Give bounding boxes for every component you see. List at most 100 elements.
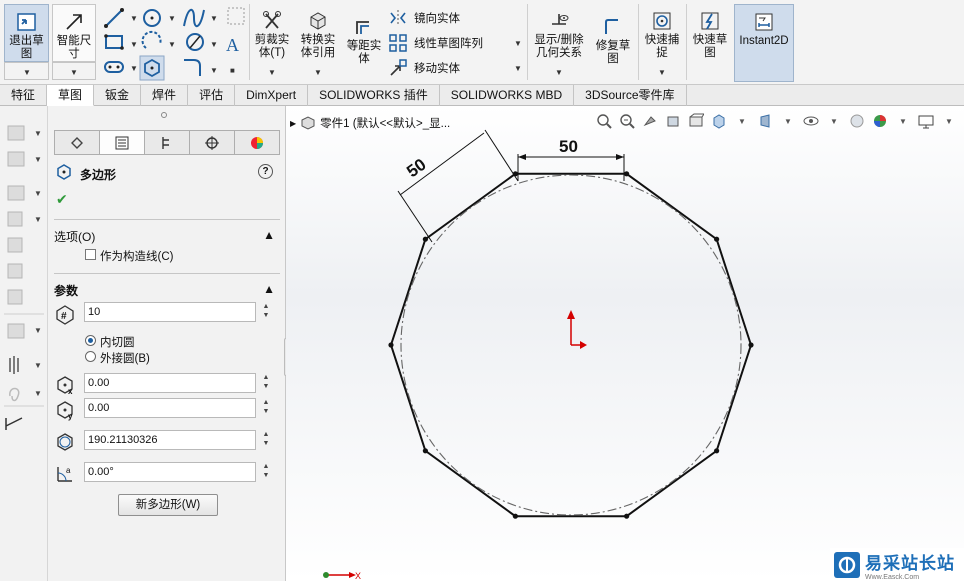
center-y-icon: y	[57, 401, 73, 421]
angle-spinner[interactable]: ▲ ▼	[260, 462, 272, 482]
relations-dropdown[interactable]: ▼	[555, 68, 563, 77]
tab-8[interactable]: 3DSource零件库	[574, 85, 687, 106]
tab-7[interactable]: SOLIDWORKS MBD	[440, 85, 575, 106]
diameter-input[interactable]: 190.21130326	[84, 430, 256, 450]
tab-0[interactable]: 特征	[0, 85, 48, 106]
quick-snaps-label: 快速捕捉	[644, 34, 680, 59]
circle-icon[interactable]	[143, 9, 161, 27]
dimxpert-manager-tab[interactable]	[190, 130, 235, 155]
tab-4[interactable]: 评估	[188, 85, 236, 106]
svg-text:■: ■	[230, 66, 235, 75]
arc-icon[interactable]	[141, 30, 162, 49]
trim-dropdown[interactable]: ▼	[268, 68, 276, 77]
curves-icon[interactable]	[9, 387, 20, 402]
vertex-point[interactable]	[422, 236, 428, 242]
sketch-canvas[interactable]: 50 50 X	[286, 106, 964, 581]
property-manager-icon	[115, 136, 129, 149]
center-x-spinner[interactable]: ▲ ▼	[260, 373, 272, 393]
fillet-feature-icon[interactable]	[7, 211, 23, 227]
options-section-header[interactable]: 选项(O)	[54, 228, 95, 245]
text-icon[interactable]: A	[226, 35, 239, 55]
extrude-cut-icon[interactable]	[7, 185, 25, 201]
slot-icon[interactable]	[104, 61, 124, 73]
center-y-input[interactable]: 0.00	[84, 398, 256, 418]
property-manager-tab[interactable]	[100, 130, 145, 155]
angle-icon: a	[57, 466, 72, 482]
tab-5[interactable]: DimXpert	[235, 85, 309, 106]
params-collapse-icon[interactable]: ▲	[263, 282, 275, 296]
revolve-boss-icon[interactable]	[7, 151, 25, 167]
vertex-point[interactable]	[748, 342, 754, 348]
vertex-point[interactable]	[624, 171, 630, 177]
circumscribed-radio[interactable]	[85, 351, 96, 362]
offset-entities-button[interactable]: 等距实体	[344, 10, 384, 66]
spline-icon[interactable]	[183, 8, 205, 28]
center-y-spinner[interactable]: ▲ ▼	[260, 398, 272, 418]
rib-icon[interactable]	[7, 263, 23, 279]
vertex-point[interactable]	[624, 513, 630, 519]
draft-icon[interactable]	[7, 289, 23, 305]
rectangle-icon[interactable]	[104, 34, 124, 50]
configuration-manager-tab[interactable]	[145, 130, 190, 155]
inscribed-radio[interactable]	[85, 335, 96, 346]
line-icon[interactable]	[104, 8, 124, 28]
tab-2[interactable]: 钣金	[94, 85, 142, 106]
new-polygon-button[interactable]: 新多边形(W)	[118, 494, 218, 516]
vertex-point[interactable]	[422, 448, 428, 454]
move-dropdown[interactable]: ▼	[514, 64, 522, 73]
tab-1[interactable]: 草图	[47, 85, 95, 106]
repair-sketch-button[interactable]: 修复草图	[592, 10, 634, 66]
vertex-point[interactable]	[714, 448, 720, 454]
diameter-spinner[interactable]: ▲ ▼	[260, 430, 272, 450]
construction-checkbox[interactable]	[85, 249, 96, 260]
tab-3[interactable]: 焊件	[141, 85, 189, 106]
instant2d-button[interactable]: Instant2D	[734, 4, 794, 82]
instant3d-icon[interactable]	[5, 417, 23, 430]
relations-icon	[552, 14, 569, 25]
sides-spinner[interactable]: ▲ ▼	[260, 302, 272, 322]
rapid-sketch-button[interactable]: 快速草图	[689, 4, 731, 60]
panel-splitter-handle[interactable]	[161, 112, 167, 118]
point-grid-icon[interactable]	[227, 7, 245, 25]
angle-input[interactable]: 0.00°	[84, 462, 256, 482]
linear-pattern-button[interactable]: 线性草图阵列	[388, 33, 483, 53]
sketch-fillet-icon[interactable]	[184, 59, 201, 76]
left-dimension-value[interactable]: 50	[403, 155, 429, 181]
tab-6[interactable]: SOLIDWORKS 插件	[308, 85, 440, 106]
vertex-point[interactable]	[714, 236, 720, 242]
circumscribed-label: 外接圆(B)	[100, 353, 150, 365]
quick-snaps-button[interactable]: 快速捕捉	[641, 4, 683, 60]
mirror-entities-button[interactable]: 镜向实体	[388, 8, 460, 28]
convert-dropdown[interactable]: ▼	[314, 68, 322, 77]
linear-pattern-feature-icon[interactable]	[7, 323, 25, 339]
vertex-point[interactable]	[388, 342, 394, 348]
display-manager-tab[interactable]	[235, 130, 280, 155]
sides-input[interactable]: 10	[84, 302, 256, 322]
svg-text:▼: ▼	[34, 361, 42, 370]
params-section-header[interactable]: 参数	[54, 282, 78, 299]
exit-sketch-button[interactable]: 退出草图	[4, 4, 49, 62]
convert-entities-button[interactable]: 转换实体引用	[296, 4, 340, 60]
vertex-point[interactable]	[512, 513, 518, 519]
smart-dimension-button[interactable]: 智能尺寸	[52, 4, 96, 62]
linear-pattern-label: 线性草图阵列	[414, 38, 483, 50]
move-entities-button[interactable]: 移动实体	[388, 58, 460, 78]
reference-geometry-icon[interactable]	[9, 356, 19, 374]
options-collapse-icon[interactable]: ▲	[263, 228, 275, 242]
top-dimension-value[interactable]: 50	[559, 137, 578, 156]
center-x-input[interactable]: 0.00	[84, 373, 256, 393]
linear-pattern-dropdown[interactable]: ▼	[514, 39, 522, 48]
shell-icon[interactable]	[7, 237, 23, 253]
display-relations-button[interactable]: 显示/删除几何关系	[530, 4, 588, 60]
svg-text:▼: ▼	[168, 14, 176, 23]
feature-manager-tab[interactable]	[54, 130, 100, 155]
smart-dim-dd-frame	[52, 62, 96, 80]
rapid-sketch-icon	[701, 12, 719, 30]
graphics-viewport[interactable]: ▶ 零件1 (默认<<默认>_显... ▼ ▼ ▼ ▼ ▼ 50 50 X	[286, 106, 964, 581]
trim-entities-button[interactable]: 剪裁实体(T)	[252, 4, 292, 60]
quick-snap-dropdown[interactable]: ▼	[658, 68, 666, 77]
ok-check-button[interactable]: ✔	[56, 191, 68, 208]
extrude-boss-icon[interactable]	[7, 125, 25, 141]
fillet-icon[interactable]	[186, 33, 204, 51]
help-button[interactable]: ?	[258, 164, 273, 179]
